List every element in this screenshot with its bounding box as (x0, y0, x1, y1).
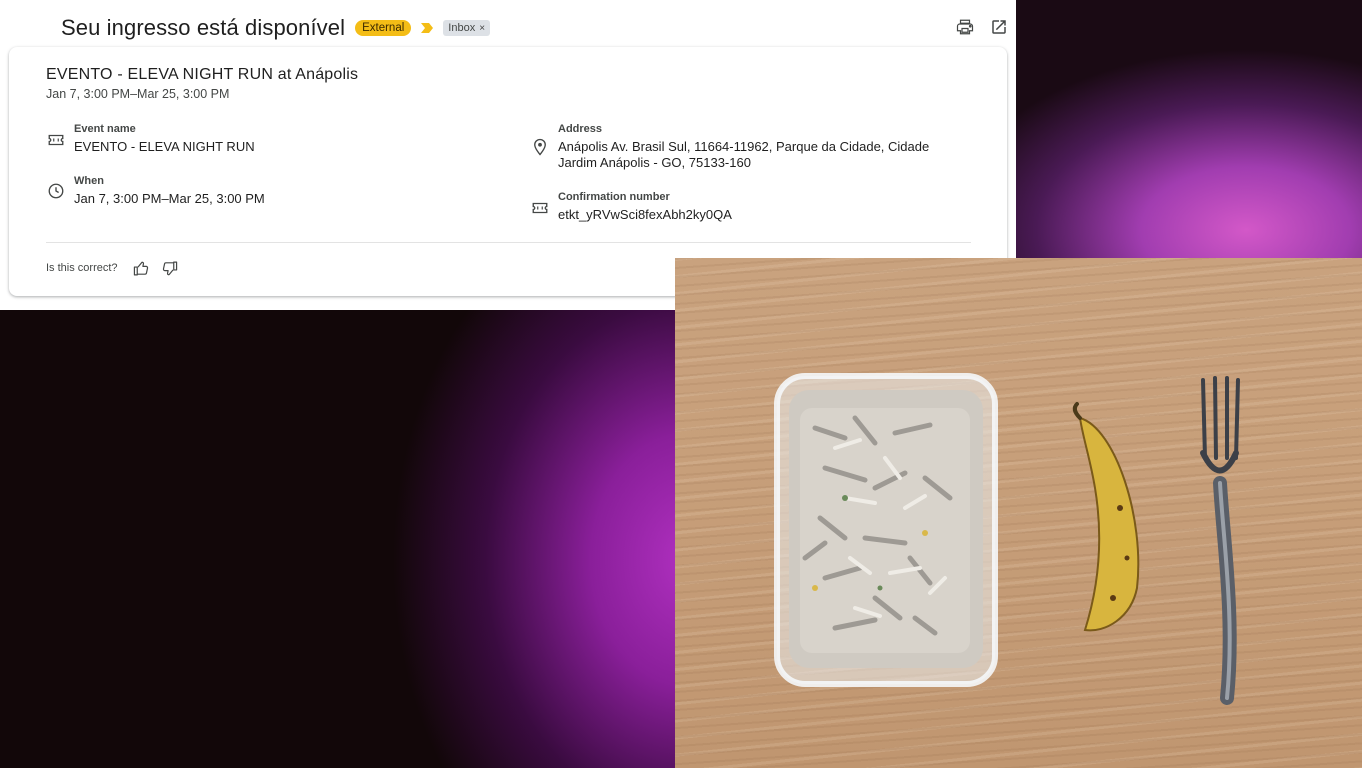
subject-row: Seu ingresso está disponível External In… (61, 12, 491, 44)
thumbs-down-icon[interactable] (161, 260, 178, 277)
food-photo (675, 258, 1362, 768)
location-pin-icon (534, 138, 546, 156)
print-icon[interactable] (956, 18, 974, 36)
open-new-window-icon[interactable] (990, 18, 1008, 36)
address-field: Address Anápolis Av. Brasil Sul, 11664-1… (558, 123, 978, 171)
when-value: Jan 7, 3:00 PM–Mar 25, 3:00 PM (74, 191, 265, 206)
thumbs-up-icon[interactable] (133, 260, 150, 277)
remove-label-icon[interactable]: × (479, 23, 485, 34)
clock-icon (48, 183, 64, 199)
ticket-icon (48, 134, 64, 146)
fork (1200, 376, 1240, 705)
event-title: EVENTO - ELEVA NIGHT RUN at Anápolis (46, 66, 359, 83)
external-label: External (355, 20, 412, 36)
banana (1072, 402, 1140, 632)
feedback-question: Is this correct? (46, 262, 118, 274)
inbox-label[interactable]: Inbox × (443, 20, 491, 36)
plastic-food-container (774, 373, 998, 687)
confirmation-value: etkt_yRVwSci8fexAbh2ky0QA (558, 207, 732, 222)
card-divider (46, 242, 971, 243)
email-subject: Seu ingresso está disponível (61, 15, 346, 40)
confirmation-field: Confirmation number etkt_yRVwSci8fexAbh2… (558, 191, 732, 223)
when-field: When Jan 7, 3:00 PM–Mar 25, 3:00 PM (74, 175, 265, 207)
food-photo-drawing (774, 373, 1240, 705)
importance-marker-icon[interactable] (421, 23, 434, 33)
address-line-2: Jardim Anápolis - GO, 75133-160 (558, 155, 751, 170)
event-name-field: Event name EVENTO - ELEVA NIGHT RUN (74, 123, 255, 155)
event-name-label: Event name (74, 123, 136, 135)
address-value[interactable]: Anápolis Av. Brasil Sul, 11664-11962, Pa… (558, 139, 978, 171)
event-dates: Jan 7, 3:00 PM–Mar 25, 3:00 PM (46, 87, 230, 101)
address-label: Address (558, 123, 603, 135)
background-glow-right (1016, 0, 1362, 258)
ticket-icon (532, 202, 548, 214)
address-line-1: Anápolis Av. Brasil Sul, 11664-11962, Pa… (558, 139, 930, 154)
inbox-label-text: Inbox (448, 22, 476, 34)
when-label: When (74, 175, 104, 187)
confirmation-label: Confirmation number (558, 191, 670, 203)
event-name-value: EVENTO - ELEVA NIGHT RUN (74, 139, 255, 154)
